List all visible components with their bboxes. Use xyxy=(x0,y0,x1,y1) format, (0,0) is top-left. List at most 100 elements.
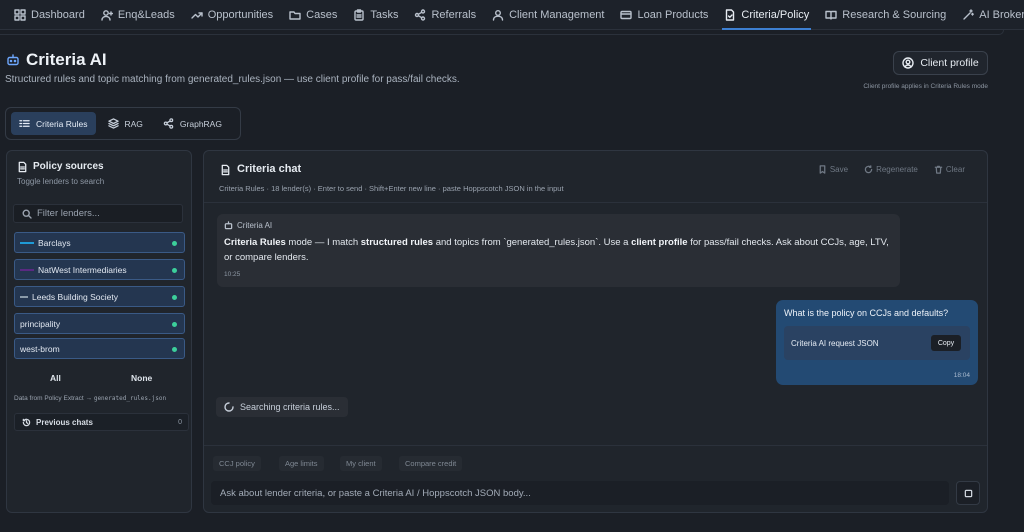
nav-label: Enq&Leads xyxy=(117,8,175,21)
suggestion-chip[interactable]: My client xyxy=(340,456,382,471)
clear-button[interactable]: Clear xyxy=(934,165,965,174)
nav-label: Cases xyxy=(306,8,338,21)
nav-label: Client Management xyxy=(509,8,605,21)
stop-icon xyxy=(964,489,972,497)
user-message: What is the policy on CCJs and defaults?… xyxy=(776,300,978,385)
bookmark-icon xyxy=(818,165,827,174)
save-button[interactable]: Save xyxy=(818,165,848,174)
nav-cases[interactable]: Cases xyxy=(281,0,345,30)
document-icon xyxy=(17,161,28,173)
bold-span: structured rules xyxy=(360,237,434,248)
nav-label: Research & Sourcing xyxy=(842,8,947,21)
tab-graphrag[interactable]: GraphRAG xyxy=(155,112,230,135)
lender-item-barclays[interactable]: Barclays xyxy=(14,232,185,253)
graph-icon xyxy=(163,118,174,129)
divider xyxy=(204,445,987,446)
tab-criteria-rules[interactable]: Criteria Rules xyxy=(11,112,96,135)
lender-label: NatWest Intermediaries xyxy=(38,264,127,275)
nav-dashboard[interactable]: Dashboard xyxy=(6,0,93,30)
client-profile-note: Client profile applies in Criteria Rules… xyxy=(863,83,988,90)
tab-rag[interactable]: RAG xyxy=(100,112,151,135)
lender-item-principality[interactable]: principality xyxy=(14,313,185,334)
wand-icon xyxy=(962,8,975,21)
assistant-name: Criteria AI xyxy=(237,221,273,230)
trend-up-icon xyxy=(191,9,203,21)
page-subtitle: Structured rules and topic matching from… xyxy=(5,74,460,85)
chat-input-placeholder: Ask about lender criteria, or paste a Cr… xyxy=(220,487,531,499)
nav-label: Loan Products xyxy=(637,8,709,21)
nav-label: Referrals xyxy=(431,8,477,21)
lender-label: principality xyxy=(20,318,61,329)
spinner-icon xyxy=(224,402,234,412)
folder-icon xyxy=(289,9,301,21)
user-plus-icon xyxy=(101,9,113,21)
source-note: Data from Policy Extract → generated_rul… xyxy=(14,395,166,402)
source-note-prefix: Data from Policy Extract → xyxy=(14,395,94,402)
layers-icon xyxy=(107,118,119,129)
chat-meta: Criteria Rules · 18 lender(s) · Enter to… xyxy=(219,184,564,193)
divider xyxy=(204,202,987,203)
tab-label: GraphRAG xyxy=(179,118,222,129)
lender-label: Barclays xyxy=(38,237,71,248)
regenerate-button[interactable]: Regenerate xyxy=(864,165,918,174)
select-all-button[interactable]: All xyxy=(50,373,61,383)
policy-sources-title: Policy sources xyxy=(17,161,104,173)
filter-lenders-input[interactable]: Filter lenders... xyxy=(13,204,183,223)
lender-logo xyxy=(20,268,34,271)
nav-opportunities[interactable]: Opportunities xyxy=(183,0,281,30)
tab-label: Criteria Rules xyxy=(36,118,88,129)
lender-item-leeds[interactable]: Leeds Building Society xyxy=(14,286,185,307)
suggestion-chip[interactable]: Compare credit xyxy=(399,456,463,471)
send-button[interactable] xyxy=(956,481,980,505)
search-icon xyxy=(22,208,32,219)
status-dot xyxy=(172,322,177,327)
lender-item-natwest[interactable]: NatWest Intermediaries xyxy=(14,259,185,280)
searching-indicator: Searching criteria rules... xyxy=(216,397,348,417)
client-profile-button[interactable]: Client profile xyxy=(893,51,988,75)
chat-input[interactable]: Ask about lender criteria, or paste a Cr… xyxy=(211,481,949,505)
sub-toolbar xyxy=(0,30,1004,35)
searching-label: Searching criteria rules... xyxy=(240,402,340,412)
status-dot xyxy=(172,295,177,300)
clipboard-icon xyxy=(353,8,365,21)
card-icon xyxy=(620,9,633,21)
nav-label: Criteria/Policy xyxy=(741,8,810,21)
status-dot xyxy=(172,268,177,273)
tab-label: RAG xyxy=(124,118,143,129)
nav-criteria-policy[interactable]: Criteria/Policy xyxy=(716,0,817,30)
policy-sources-label: Policy sources xyxy=(33,161,104,172)
nav-tasks[interactable]: Tasks xyxy=(345,0,406,30)
nav-loan-products[interactable]: Loan Products xyxy=(612,0,716,30)
policy-sources-panel: Policy sources Toggle lenders to search … xyxy=(6,150,192,513)
suggestion-chip[interactable]: CCJ policy xyxy=(213,456,261,471)
assistant-text: Criteria Rules mode — I match structured… xyxy=(224,235,893,265)
source-note-file: generated_rules.json xyxy=(93,395,167,402)
lender-label: Leeds Building Society xyxy=(32,291,119,302)
message-time: 18:04 xyxy=(953,372,970,379)
copy-button[interactable]: Copy xyxy=(931,335,961,351)
text-span: mode — I match xyxy=(285,237,361,248)
message-time: 10:25 xyxy=(224,271,241,278)
suggestion-chip[interactable]: Age limits xyxy=(279,456,324,471)
save-label: Save xyxy=(829,165,849,174)
clear-label: Clear xyxy=(945,165,965,174)
nav-ai-broker-copilot[interactable]: AI Broker Copilot xyxy=(954,0,1024,30)
top-nav: Dashboard Enq&Leads Opportunities Cases … xyxy=(0,0,1024,30)
previous-chats-button[interactable]: Previous chats 0 xyxy=(14,413,189,431)
list-icon xyxy=(19,118,30,129)
client-profile-label: Client profile xyxy=(920,57,979,69)
nav-enq-leads[interactable]: Enq&Leads xyxy=(93,0,183,30)
lender-item-west-brom[interactable]: west-brom xyxy=(14,338,185,359)
nav-research-sourcing[interactable]: Research & Sourcing xyxy=(817,0,954,30)
text-span: and topics from `generated_rules.json`. … xyxy=(433,237,632,248)
mode-tabs: Criteria Rules RAG GraphRAG xyxy=(5,107,241,140)
request-json-label: Criteria AI request JSON xyxy=(791,338,879,348)
chat-toolbar: Save Regenerate Clear xyxy=(818,165,965,174)
lender-logo xyxy=(20,241,34,244)
nav-referrals[interactable]: Referrals xyxy=(406,0,484,30)
filter-placeholder: Filter lenders... xyxy=(37,208,100,219)
share-icon xyxy=(414,8,426,21)
select-none-button[interactable]: None xyxy=(131,373,152,383)
nav-client-management[interactable]: Client Management xyxy=(484,0,612,30)
nav-label: Dashboard xyxy=(31,8,85,21)
